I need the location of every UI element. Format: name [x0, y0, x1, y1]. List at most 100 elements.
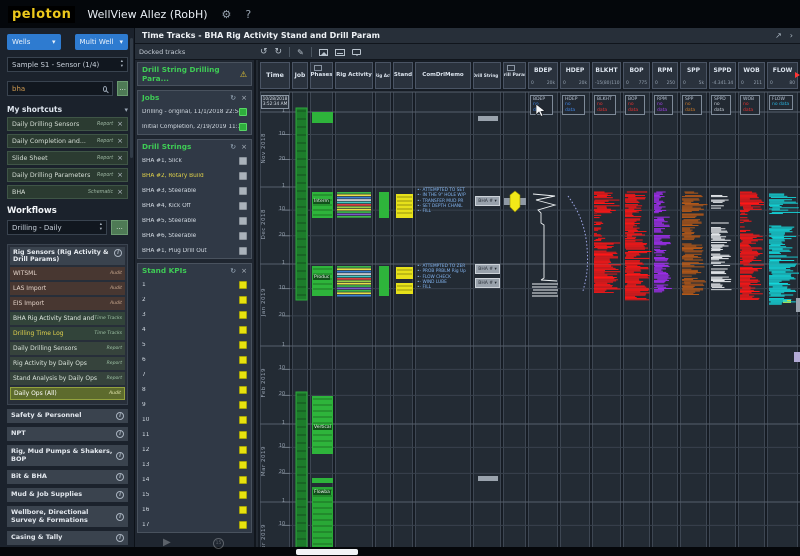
- stand-kpi-item[interactable]: 6: [138, 352, 251, 367]
- track-lane-phases[interactable]: [310, 92, 333, 556]
- sidebar-section[interactable]: Mud & Job Suppliesi: [7, 488, 128, 502]
- info-icon[interactable]: i: [114, 249, 122, 257]
- track-header-drill-string[interactable]: Drill String -: [473, 62, 501, 89]
- track-lane-rig-activity[interactable]: [335, 92, 373, 556]
- workflow-item[interactable]: Rig Activity by Daily OpsReport: [10, 357, 125, 370]
- sidebar-section[interactable]: Wellbore, Directional Survey & Formation…: [7, 506, 128, 527]
- stand-kpi-item[interactable]: 12: [138, 442, 251, 457]
- track-header-wob[interactable]: WOB0211: [738, 62, 765, 89]
- search-input[interactable]: [7, 81, 113, 96]
- checkbox-checked[interactable]: [239, 416, 247, 424]
- workflow-item[interactable]: Daily Ops (All)Audit: [10, 387, 125, 400]
- info-icon[interactable]: i: [116, 513, 124, 521]
- track-header-rig-activity[interactable]: Rig Activity: [335, 62, 373, 89]
- track-header-stand[interactable]: Stand: [393, 62, 413, 89]
- track-header-time[interactable]: Time: [260, 62, 290, 89]
- taskbar-handle[interactable]: [296, 549, 358, 555]
- card-view-icon[interactable]: [335, 49, 345, 56]
- wells-dropdown[interactable]: Wells ▾: [7, 34, 61, 50]
- stand-kpi-item[interactable]: 9: [138, 397, 251, 412]
- track-lane-drill-param[interactable]: [503, 92, 526, 556]
- workflow-item[interactable]: BHA Rig Activity Stand and...Time Tracks: [10, 312, 125, 325]
- info-icon[interactable]: i: [116, 473, 124, 481]
- stand-kpi-item[interactable]: 15: [138, 487, 251, 502]
- comment-bubble-icon[interactable]: [352, 49, 361, 55]
- checkbox[interactable]: [239, 247, 247, 255]
- workflow-item[interactable]: Drilling Time LogTime Tracks: [10, 327, 125, 340]
- track-header-flow[interactable]: FLOW080: [767, 62, 798, 89]
- track-lane-flow[interactable]: [767, 92, 798, 556]
- drill-string-box[interactable]: BHA # ▾: [475, 196, 500, 206]
- track-lane-hdep[interactable]: [560, 92, 590, 556]
- rig-sensors-header[interactable]: Rig Sensors (Rig Activity & Drill Params…: [10, 247, 125, 265]
- stand-kpi-item[interactable]: 2: [138, 292, 251, 307]
- track-lane-bop[interactable]: [623, 92, 650, 556]
- checkbox-checked[interactable]: [239, 476, 247, 484]
- stand-kpi-item[interactable]: 11: [138, 427, 251, 442]
- checkbox-checked[interactable]: [239, 446, 247, 454]
- remove-icon[interactable]: ×: [117, 137, 123, 145]
- info-icon[interactable]: i: [116, 491, 124, 499]
- checkbox-checked[interactable]: [239, 431, 247, 439]
- sync-icon[interactable]: ↻: [230, 143, 236, 151]
- expand-icon[interactable]: ↗: [775, 31, 782, 40]
- image-icon[interactable]: [319, 49, 328, 56]
- workflow-item[interactable]: Daily Drilling SensorsReport: [10, 342, 125, 355]
- checkbox-checked[interactable]: [239, 371, 247, 379]
- remove-icon[interactable]: ×: [117, 154, 123, 162]
- recorder-counter[interactable]: 15: [213, 538, 224, 549]
- stand-kpi-item[interactable]: 4: [138, 322, 251, 337]
- track-header-bdep[interactable]: BDEP020k: [528, 62, 558, 89]
- track-header-drill-param[interactable]: Drill Param: [503, 62, 526, 89]
- drill-string-item[interactable]: BHA #4, Kick Off: [138, 198, 251, 213]
- checkbox[interactable]: [239, 202, 247, 210]
- time-tracks-chart[interactable]: TimeJobPhasesRig ActivityRig ActStandCom…: [258, 60, 800, 556]
- job-item[interactable]: Drilling - original, 11/1/2018 22:54: [138, 104, 251, 119]
- track-lane-blkht[interactable]: [592, 92, 621, 556]
- stepper-icon[interactable]: ▴ ▾: [100, 223, 102, 232]
- track-lane-wob[interactable]: [738, 92, 765, 556]
- checkbox-checked[interactable]: [239, 401, 247, 409]
- sidebar-section[interactable]: Safety & Personneli: [7, 409, 128, 423]
- stepper-down-icon[interactable]: ▾: [121, 65, 123, 70]
- shortcut-item[interactable]: Slide SheetReport×: [7, 151, 128, 165]
- sensor-select[interactable]: Sample S1 - Sensor (1/4) ▴ ▾: [7, 57, 128, 72]
- checkbox-checked[interactable]: [239, 356, 247, 364]
- stand-kpi-item[interactable]: 13: [138, 457, 251, 472]
- drill-string-item[interactable]: BHA #1, Slick: [138, 153, 251, 168]
- info-icon[interactable]: i: [116, 412, 124, 420]
- history-icon[interactable]: ↺: [260, 47, 268, 57]
- sync-icon[interactable]: ↻: [230, 94, 236, 102]
- stand-kpi-item[interactable]: 8: [138, 382, 251, 397]
- checkbox[interactable]: [239, 232, 247, 240]
- checkbox[interactable]: [239, 187, 247, 195]
- track-lane-job[interactable]: [292, 92, 308, 556]
- chevron-right-icon[interactable]: ›: [790, 31, 793, 40]
- close-icon[interactable]: ×: [241, 94, 247, 102]
- stand-kpi-item[interactable]: 10: [138, 412, 251, 427]
- track-lane-sppd[interactable]: [709, 92, 736, 556]
- drill-string-item[interactable]: BHA #3, Steerable: [138, 183, 251, 198]
- drill-string-item[interactable]: BHA #2, Rotary Build: [138, 168, 251, 183]
- job-item[interactable]: Initial Completion, 2/19/2019 11:15: [138, 119, 251, 134]
- settings-gear-icon[interactable]: ⚙: [222, 8, 232, 21]
- shortcut-item[interactable]: Daily Drilling SensorsReport×: [7, 117, 128, 131]
- stepper-icon[interactable]: ▴ ▾: [121, 60, 123, 69]
- workflow-item[interactable]: WITSMLAudit: [10, 267, 125, 280]
- remove-icon[interactable]: ×: [117, 120, 123, 128]
- track-header-memo[interactable]: ComDrlMemo: [415, 62, 471, 89]
- checkbox-checked[interactable]: [239, 326, 247, 334]
- shortcut-item[interactable]: Daily Drilling ParametersReport×: [7, 168, 128, 182]
- remove-icon[interactable]: ×: [117, 188, 123, 196]
- checkbox-checked[interactable]: [239, 108, 247, 116]
- sidebar-section[interactable]: Bit & BHAi: [7, 470, 128, 484]
- drill-string-item[interactable]: BHA #5, Steerable: [138, 213, 251, 228]
- help-icon[interactable]: ?: [245, 8, 251, 21]
- sidebar-section[interactable]: Casing & Tallyi: [7, 531, 128, 545]
- track-header-rpm[interactable]: RPM0250: [652, 62, 678, 89]
- track-header-bop[interactable]: BOP0775: [623, 62, 650, 89]
- stand-kpi-item[interactable]: 1: [138, 277, 251, 292]
- checkbox-checked[interactable]: [239, 296, 247, 304]
- drill-string-box[interactable]: BHA # ▾: [475, 278, 500, 288]
- stand-kpi-item[interactable]: 3: [138, 307, 251, 322]
